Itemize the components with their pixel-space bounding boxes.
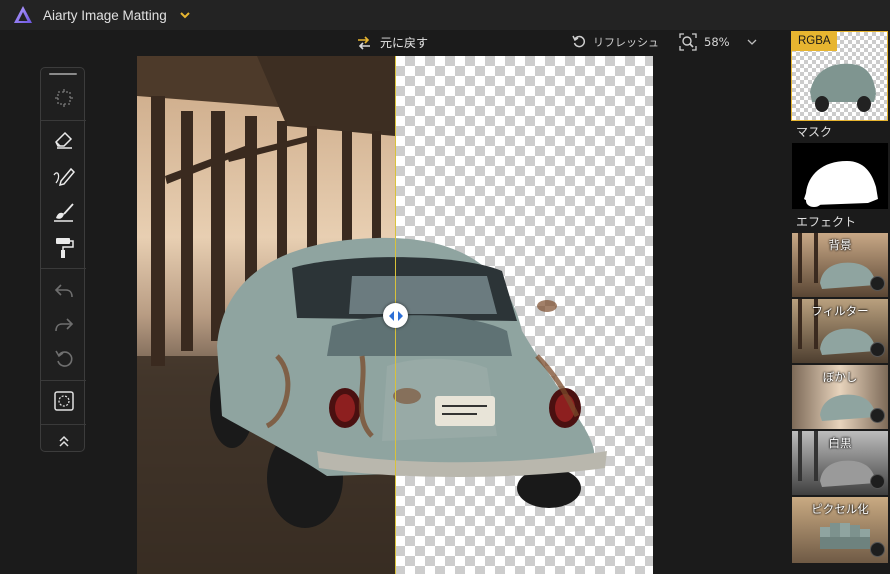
refresh-label: リフレッシュ — [593, 36, 659, 49]
effect-background-label: 背景 — [828, 238, 852, 252]
palette-divider — [41, 268, 86, 269]
mask-preview[interactable] — [792, 143, 888, 209]
image-canvas[interactable] — [137, 56, 653, 574]
canvas-toolbar: 元に戻す リフレッシュ 58% — [0, 30, 790, 56]
title-bar: Aiarty Image Matting — [0, 0, 890, 30]
mask-view-icon — [53, 391, 74, 411]
aiarty-logo-icon — [14, 6, 32, 23]
select-region-icon — [54, 89, 73, 107]
effect-pixelate[interactable]: ピクセル化 — [792, 497, 888, 563]
redo-icon — [54, 318, 73, 332]
rgba-preview[interactable]: RGBA — [791, 31, 888, 121]
effect-pixelate-label: ピクセル化 — [811, 502, 869, 516]
undo-icon — [54, 284, 73, 298]
palette-divider — [41, 120, 86, 121]
roller-button[interactable] — [41, 233, 86, 263]
effect-blur[interactable]: ぼかし — [792, 365, 888, 429]
eraser-icon — [54, 131, 72, 149]
tool-palette — [40, 67, 86, 452]
app-title: Aiarty Image Matting — [43, 7, 167, 23]
undo-all-label: 元に戻す — [380, 36, 429, 50]
effect-background[interactable]: 背景 — [792, 233, 888, 297]
effect-toggle[interactable] — [870, 542, 885, 557]
zoom-icon — [679, 33, 697, 51]
right-preview-panel: RGBA マスク エフェクト 背景 フィルター ぼかし 白黒 ピクセル化 — [790, 30, 890, 574]
zoom-dropdown-icon[interactable] — [747, 38, 757, 46]
effect-toggle[interactable] — [870, 276, 885, 291]
brush-button[interactable] — [41, 161, 86, 191]
paint-brush-icon — [53, 203, 74, 222]
effect-blur-label: ぼかし — [822, 370, 858, 384]
undo-button[interactable] — [41, 276, 86, 306]
swap-arrows-icon — [358, 35, 370, 50]
reset-icon — [54, 350, 72, 367]
effect-toggle[interactable] — [870, 342, 885, 357]
brush-pen-icon — [52, 167, 75, 187]
rgba-label: RGBA — [792, 32, 837, 51]
chevron-down-icon[interactable] — [179, 9, 191, 21]
effect-monochrome[interactable]: 白黒 — [792, 431, 888, 495]
fill-brush-button[interactable] — [41, 197, 86, 227]
effect-toggle[interactable] — [870, 474, 885, 489]
palette-divider — [41, 424, 86, 425]
reset-button[interactable] — [41, 344, 86, 374]
refresh-icon — [572, 35, 586, 48]
select-region-button[interactable] — [41, 83, 86, 113]
palette-divider — [41, 380, 86, 381]
double-chevron-up-icon — [58, 435, 69, 447]
compare-slider-handle[interactable] — [383, 303, 408, 328]
undo-all-button[interactable]: 元に戻す — [356, 34, 428, 51]
eraser-button[interactable] — [41, 124, 86, 154]
refresh-button[interactable]: リフレッシュ — [572, 34, 659, 50]
effects-section-label: エフェクト — [796, 215, 857, 229]
paint-roller-icon — [55, 238, 74, 258]
left-right-arrows-icon — [388, 310, 403, 321]
redo-button[interactable] — [41, 310, 86, 340]
effect-toggle[interactable] — [870, 408, 885, 423]
zoom-value: 58% — [704, 35, 730, 49]
mask-view-button[interactable] — [41, 386, 86, 416]
effect-monochrome-label: 白黒 — [828, 436, 852, 450]
effect-filter-label: フィルター — [811, 304, 869, 318]
mask-thumbnail — [804, 161, 878, 207]
palette-drag-handle[interactable] — [49, 73, 77, 75]
mask-section-label: マスク — [796, 125, 833, 139]
collapse-palette-button[interactable] — [41, 426, 86, 456]
effect-filter[interactable]: フィルター — [792, 299, 888, 363]
zoom-control[interactable]: 58% — [679, 33, 730, 51]
